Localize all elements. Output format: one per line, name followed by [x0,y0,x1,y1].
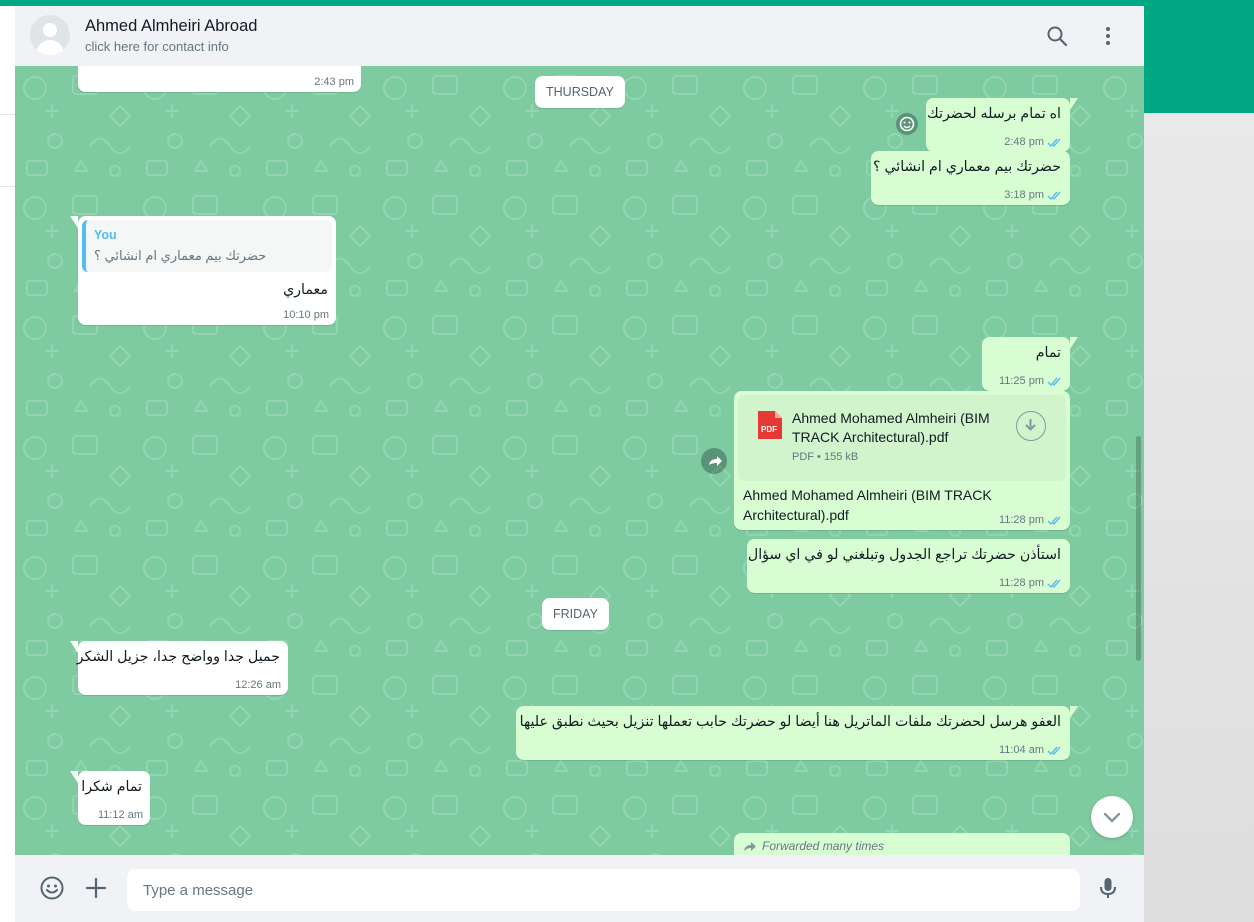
message-bubble-outgoing[interactable]: اه تمام برسله لحضرتك 2:48 pm [926,98,1078,152]
quote-author: You [94,228,117,242]
forwarded-text: Forwarded many times [762,839,885,853]
message-time: 11:28 pm [998,577,1044,589]
contact-name[interactable]: Ahmed Almheiri Abroad [85,17,257,36]
menu-icon[interactable] [1096,24,1120,48]
message-input[interactable] [127,869,1080,911]
document-meta: PDF • 155 kB [792,451,859,463]
message-bubble-incoming[interactable]: 2:43 pm [78,66,361,92]
emoji-reaction-icon[interactable] [896,113,918,135]
double-check-icon [1047,377,1061,386]
message-text: معماري [283,282,328,298]
chat-header[interactable]: Ahmed Almheiri Abroad click here for con… [15,6,1144,67]
message-text: جميل جدا وواضح جدا، جزيل الشكر [76,649,280,665]
double-check-icon [1047,516,1061,525]
quote-text: حضرتك بيم معماري ام انشائي ؟ [94,248,267,263]
message-time: 11:25 pm [998,375,1044,387]
document-name: Ahmed Mohamed Almheiri (BIM TRACK Archit… [792,410,990,445]
background-panel-lower [1144,113,1254,922]
message-bubble-incoming[interactable]: تمام شكرا 11:12 am [70,771,150,825]
message-text: اه تمام برسله لحضرتك [927,106,1061,122]
message-time: 12:26 am [235,679,281,691]
message-list[interactable]: 2:43 pm THURSDAY اه تمام برسله لحضرتك 2:… [15,66,1144,855]
pdf-icon-label: PDF [761,425,777,434]
message-time: 11:28 pm [998,514,1044,526]
avatar-head [43,23,57,37]
forwarded-many-icon [744,842,756,851]
document-message[interactable]: PDF Ahmed Mohamed Almheiri (BIM TRACK Ar… [734,391,1070,530]
message-meta: 11:12 am [98,809,143,821]
avatar[interactable] [30,15,70,55]
message-bubble-outgoing[interactable]: العفو هرسل لحضرتك ملفات الماتريل هنا أيض… [516,706,1078,760]
document-card[interactable]: PDF Ahmed Mohamed Almheiri (BIM TRACK Ar… [738,395,1066,481]
message-time: 2:43 pm [314,76,354,88]
conversation-panel: Ahmed Almheiri Abroad click here for con… [15,6,1144,922]
date-separator: FRIDAY [542,598,609,630]
quoted-message[interactable]: You حضرتك بيم معماري ام انشائي ؟ [82,220,332,272]
message-meta: 11:28 pm [999,514,1063,526]
date-separator: THURSDAY [535,76,625,108]
search-icon[interactable] [1045,24,1069,48]
divider [0,186,15,187]
attach-icon[interactable] [83,875,109,901]
double-check-icon [1047,746,1061,755]
divider [0,114,15,115]
document-type: PDF [792,451,814,463]
message-time: 10:10 pm [283,309,329,321]
message-meta: 11:04 am [999,744,1063,756]
message-text: العفو هرسل لحضرتك ملفات الماتريل هنا أيض… [519,714,1061,730]
double-check-icon [1047,191,1061,200]
scroll-to-bottom-button[interactable] [1091,796,1133,838]
message-meta: 2:48 pm [1004,136,1063,148]
message-time: 2:48 pm [1004,136,1044,148]
forward-icon[interactable] [701,448,727,474]
mic-icon[interactable] [1095,875,1121,901]
message-text: تمام [1035,345,1061,361]
double-check-icon [1047,579,1061,588]
background-panel [1144,0,1254,113]
message-time: 3:18 pm [1004,189,1044,201]
message-bubble-outgoing[interactable]: استأذن حضرتك تراجع الجدول وتبلغني لو في … [747,539,1070,593]
download-icon[interactable] [1016,411,1046,441]
double-check-icon [1047,138,1061,147]
emoji-icon[interactable] [39,875,65,901]
sidebar-edge [0,6,16,922]
message-bubble-incoming[interactable]: You حضرتك بيم معماري ام انشائي ؟ معماري … [70,216,336,325]
message-meta: 2:43 pm [314,76,354,88]
pdf-icon: PDF [758,411,782,439]
message-meta: 12:26 am [235,679,281,691]
message-text: حضرتك بيم معماري ام انشائي ؟ [872,159,1061,175]
message-time: 11:12 am [97,809,143,821]
scrollbar[interactable] [1136,436,1141,661]
message-meta: 11:25 pm [999,375,1063,387]
message-bubble-incoming[interactable]: جميل جدا وواضح جدا، جزيل الشكر 12:26 am [70,641,288,695]
message-meta: 3:18 pm [1004,189,1063,201]
document-size: 155 kB [823,451,859,463]
message-time: 11:04 am [998,744,1044,756]
message-bubble-outgoing[interactable]: حضرتك بيم معماري ام انشائي ؟ 3:18 pm [871,151,1070,205]
message-bubble-outgoing[interactable]: Forwarded many times [734,833,1070,855]
message-bubble-outgoing[interactable]: تمام 11:25 pm [982,337,1078,391]
message-meta: 10:10 pm [283,309,329,321]
composer-bar [15,855,1144,922]
message-meta: 11:28 pm [999,577,1063,589]
message-text: استأذن حضرتك تراجع الجدول وتبلغني لو في … [747,547,1061,563]
document-caption: Ahmed Mohamed Almheiri (BIM TRACK Archit… [743,487,992,523]
avatar-body [36,40,64,55]
chevron-down-icon [1103,812,1121,823]
contact-info-hint[interactable]: click here for contact info [85,39,229,54]
forwarded-label: Forwarded many times [742,839,884,853]
message-text: تمام شكرا [81,779,142,795]
